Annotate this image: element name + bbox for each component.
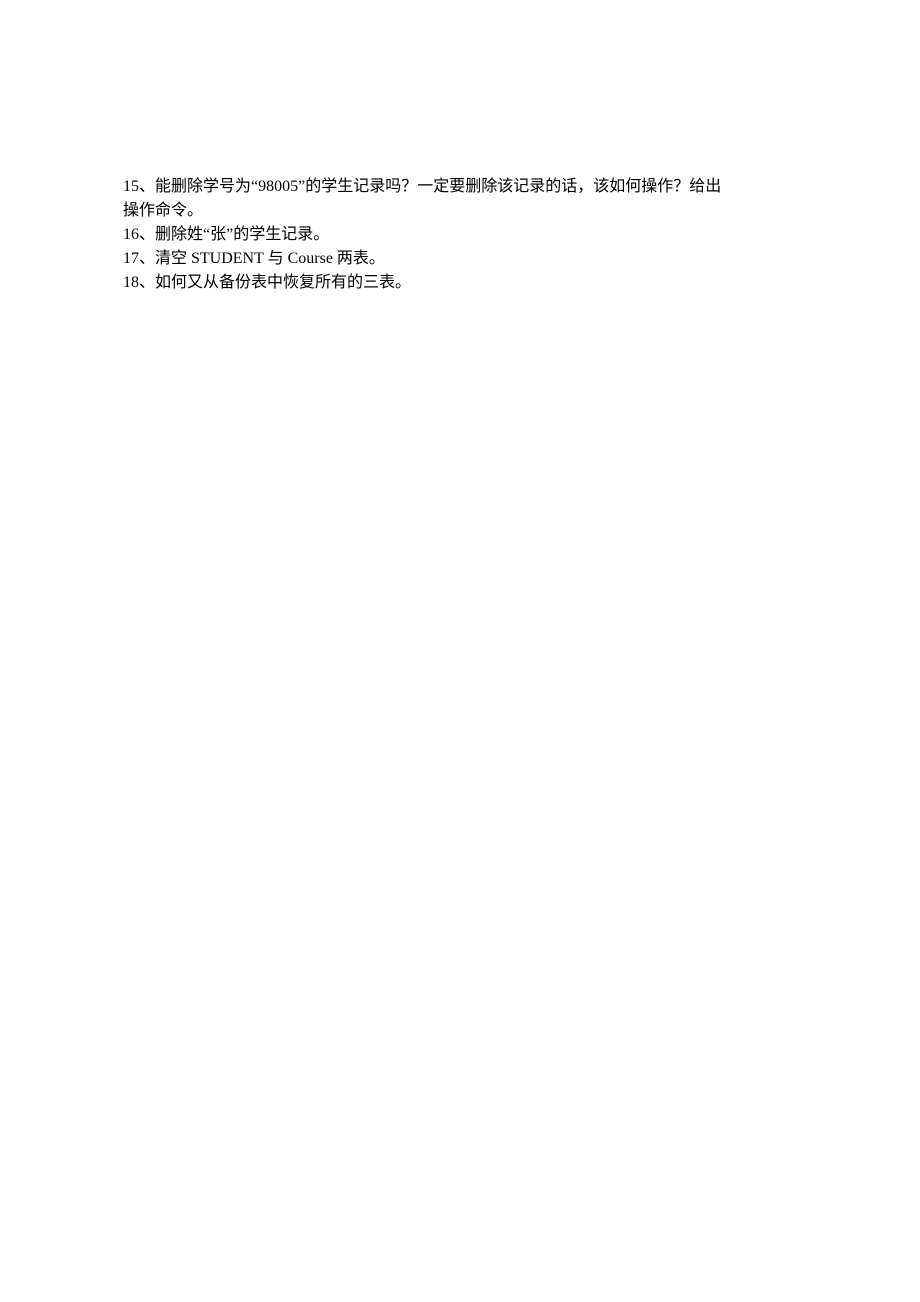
question-15-line2: 操作命令。 xyxy=(123,199,797,223)
document-content: 15、能删除学号为“98005”的学生记录吗？一定要删除该记录的话，该如何操作？… xyxy=(123,175,797,295)
question-16: 16、删除姓“张”的学生记录。 xyxy=(123,223,797,247)
question-18: 18、如何又从备份表中恢复所有的三表。 xyxy=(123,271,797,295)
question-15-line1: 15、能删除学号为“98005”的学生记录吗？一定要删除该记录的话，该如何操作？… xyxy=(123,175,797,199)
question-17: 17、清空 STUDENT 与 Course 两表。 xyxy=(123,247,797,271)
